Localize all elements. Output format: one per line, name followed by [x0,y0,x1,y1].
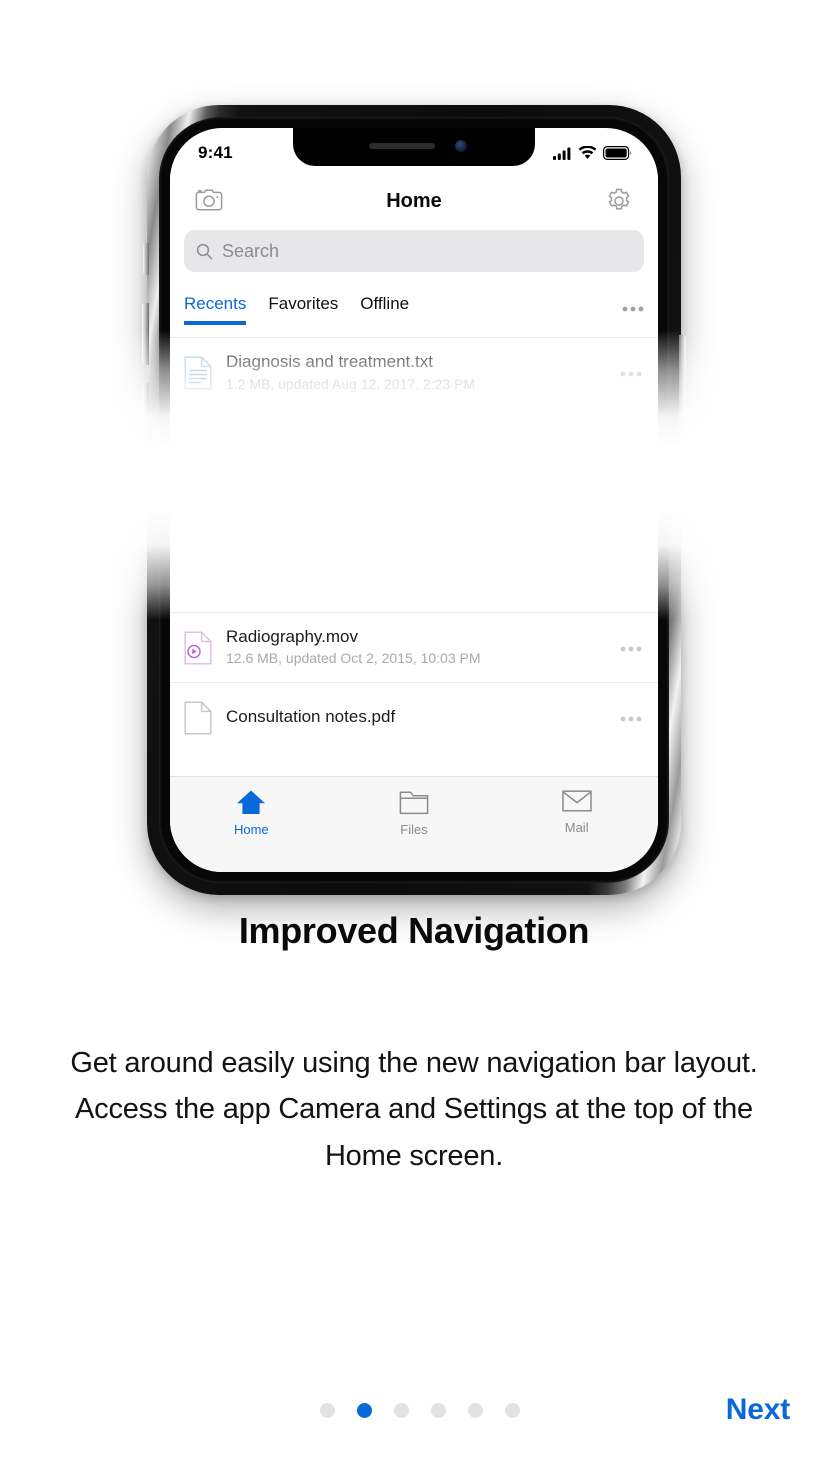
tab-recents[interactable]: Recents [184,294,257,325]
file-meta: Diagnosis and treatment.txt 1.2 MB, upda… [226,351,606,395]
file-meta: Radiography.mov 12.6 MB, updated Oct 2, … [226,626,606,670]
file-subtitle: 1.2 MB, updated Aug 12, 2017, 2:23 PM [226,375,476,392]
power-button[interactable] [679,335,686,433]
phone-notch [293,128,535,166]
bottom-tab-bar: Home Files Mail [170,776,658,872]
tabs-more-button[interactable] [622,299,644,327]
camera-button[interactable] [192,184,226,218]
onboarding-copy: Improved Navigation Get around easily us… [0,910,828,1179]
search-row: Search [170,230,658,272]
video-document-icon [184,631,212,664]
tab-bar-item-home[interactable]: Home [170,789,333,837]
tab-offline[interactable]: Offline [349,294,420,324]
page-dot[interactable] [505,1402,520,1418]
page-title: Home [386,189,442,212]
wifi-icon [578,146,597,159]
phone-screen: 9:41 Home Search Recents Favorites Offli… [170,128,658,872]
ellipsis-icon [620,371,642,377]
file-subtitle: 12.6 MB, updated Oct 2, 2015, 10:03 PM [226,650,481,667]
gear-icon [608,188,630,210]
pdf-document-icon [184,701,212,734]
tab-bar-label: Files [400,822,428,837]
ellipsis-icon [620,716,642,721]
file-more-button[interactable] [620,639,642,657]
segment-tabs: Recents Favorites Offline [170,284,658,338]
onboarding-footer: Next [0,1382,828,1438]
tab-bar-label: Home [233,822,269,837]
tab-bar-item-files[interactable]: Files [333,789,496,837]
cellular-signal-icon [553,147,571,160]
file-name: Radiography.mov [226,626,358,646]
onboarding-screen: 9:41 Home Search Recents Favorites Offli… [0,0,828,1472]
envelope-icon [561,790,592,812]
volume-down-button[interactable] [142,383,149,445]
camera-icon [195,189,223,211]
app-nav-bar: Home [170,172,658,230]
mute-switch[interactable] [143,243,149,275]
page-dot[interactable] [394,1402,409,1418]
phone-illustration: 9:41 Home Search Recents Favorites Offli… [0,0,828,910]
file-meta: Consultation notes.pdf [226,706,606,729]
phone-device: 9:41 Home Search Recents Favorites Offli… [139,95,689,895]
page-indicator [320,1402,520,1418]
page-dot[interactable] [320,1402,335,1418]
page-dot[interactable] [431,1402,446,1418]
home-icon [237,790,266,814]
search-input[interactable]: Search [184,230,644,272]
battery-full-icon [603,146,632,160]
tab-bar-item-mail[interactable]: Mail [495,789,658,835]
front-camera-icon [455,140,467,152]
earpiece-speaker [369,143,435,149]
onboarding-headline: Improved Navigation [238,910,590,951]
onboarding-body: Get around easily using the new navigati… [70,1047,758,1172]
table-row[interactable]: Radiography.mov 12.6 MB, updated Oct 2, … [170,612,658,682]
search-icon [196,243,213,259]
status-time: 9:41 [198,143,233,162]
ellipsis-icon [620,646,642,651]
volume-up-button[interactable] [142,303,149,365]
file-name: Consultation notes.pdf [226,707,396,727]
status-indicators [553,146,632,160]
search-placeholder: Search [222,240,280,261]
table-row[interactable]: Diagnosis and treatment.txt 1.2 MB, upda… [170,338,658,408]
ellipsis-icon [622,306,644,311]
next-button[interactable]: Next [726,1393,790,1427]
file-more-button[interactable] [620,364,642,382]
page-dot[interactable] [468,1402,483,1418]
text-document-icon [184,356,212,390]
page-dot-active[interactable] [357,1402,372,1418]
file-more-button[interactable] [620,709,642,727]
tab-favorites[interactable]: Favorites [257,294,349,324]
file-name: Diagnosis and treatment.txt [226,352,433,372]
folder-icon [399,791,429,815]
table-row[interactable]: Consultation notes.pdf [170,682,658,752]
tab-bar-label: Mail [564,820,589,835]
settings-button[interactable] [602,184,636,218]
